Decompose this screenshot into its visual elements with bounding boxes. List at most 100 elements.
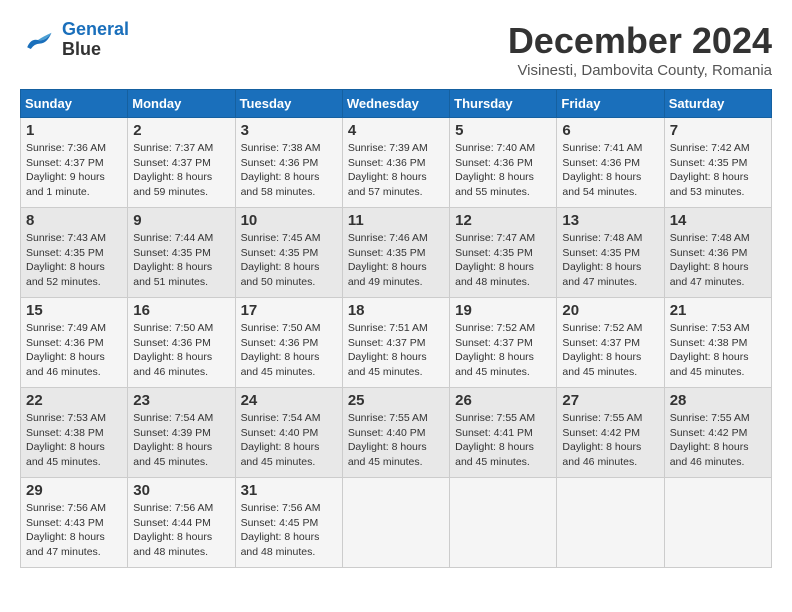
calendar-cell: 22 Sunrise: 7:53 AMSunset: 4:38 PMDayligh…: [21, 388, 128, 478]
week-row-1: 1 Sunrise: 7:36 AMSunset: 4:37 PMDaylight…: [21, 118, 772, 208]
day-number: 4: [348, 122, 444, 139]
day-number: 12: [455, 212, 551, 229]
week-row-3: 15 Sunrise: 7:49 AMSunset: 4:36 PMDayligh…: [21, 298, 772, 388]
day-header-friday: Friday: [557, 90, 664, 118]
calendar-cell: 30 Sunrise: 7:56 AMSunset: 4:44 PMDayligh…: [128, 478, 235, 568]
day-number: 18: [348, 302, 444, 319]
day-detail: Sunrise: 7:46 AMSunset: 4:35 PMDaylight:…: [348, 231, 444, 290]
calendar-cell: 9 Sunrise: 7:44 AMSunset: 4:35 PMDaylight…: [128, 208, 235, 298]
day-detail: Sunrise: 7:56 AMSunset: 4:44 PMDaylight:…: [133, 501, 229, 560]
day-number: 2: [133, 122, 229, 139]
calendar-cell: 10 Sunrise: 7:45 AMSunset: 4:35 PMDayligh…: [235, 208, 342, 298]
day-detail: Sunrise: 7:41 AMSunset: 4:36 PMDaylight:…: [562, 141, 658, 200]
logo-text: General Blue: [62, 20, 129, 60]
day-number: 7: [670, 122, 766, 139]
day-number: 17: [241, 302, 337, 319]
day-header-thursday: Thursday: [450, 90, 557, 118]
day-detail: Sunrise: 7:40 AMSunset: 4:36 PMDaylight:…: [455, 141, 551, 200]
week-row-5: 29Sunrise: 7:56 AMSunset: 4:43 PMDayligh…: [21, 478, 772, 568]
calendar-cell: 8Sunrise: 7:43 AMSunset: 4:35 PMDaylight…: [21, 208, 128, 298]
day-number: 26: [455, 392, 551, 409]
week-row-4: 22 Sunrise: 7:53 AMSunset: 4:38 PMDayligh…: [21, 388, 772, 478]
day-detail: Sunrise: 7:56 AMSunset: 4:45 PMDaylight:…: [241, 501, 337, 560]
calendar-cell: 24 Sunrise: 7:54 AMSunset: 4:40 PMDayligh…: [235, 388, 342, 478]
calendar-cell: 13Sunrise: 7:48 AMSunset: 4:35 PMDayligh…: [557, 208, 664, 298]
calendar-cell: 18 Sunrise: 7:51 AMSunset: 4:37 PMDayligh…: [342, 298, 449, 388]
day-number: 30: [133, 482, 229, 499]
day-detail: Sunrise: 7:54 AMSunset: 4:39 PMDaylight:…: [133, 411, 229, 470]
logo: General Blue: [20, 20, 129, 60]
calendar-cell: 19 Sunrise: 7:52 AMSunset: 4:37 PMDayligh…: [450, 298, 557, 388]
day-detail: Sunrise: 7:53 AMSunset: 4:38 PMDaylight:…: [670, 321, 766, 380]
day-number: 14: [670, 212, 766, 229]
day-number: 19: [455, 302, 551, 319]
calendar-cell: 16 Sunrise: 7:50 AMSunset: 4:36 PMDayligh…: [128, 298, 235, 388]
day-number: 10: [241, 212, 337, 229]
day-number: 31: [241, 482, 337, 499]
day-number: 8: [26, 212, 122, 229]
calendar-cell: 29Sunrise: 7:56 AMSunset: 4:43 PMDayligh…: [21, 478, 128, 568]
calendar-cell: 14Sunrise: 7:48 AMSunset: 4:36 PMDayligh…: [664, 208, 771, 298]
day-number: 20: [562, 302, 658, 319]
calendar-cell: 4 Sunrise: 7:39 AMSunset: 4:36 PMDaylight…: [342, 118, 449, 208]
day-number: 15: [26, 302, 122, 319]
day-detail: Sunrise: 7:56 AMSunset: 4:43 PMDaylight:…: [26, 501, 122, 560]
calendar-cell: [342, 478, 449, 568]
day-number: 1: [26, 122, 122, 139]
day-header-wednesday: Wednesday: [342, 90, 449, 118]
day-detail: Sunrise: 7:50 AMSunset: 4:36 PMDaylight:…: [241, 321, 337, 380]
day-header-sunday: Sunday: [21, 90, 128, 118]
day-number: 9: [133, 212, 229, 229]
calendar-cell: 21 Sunrise: 7:53 AMSunset: 4:38 PMDayligh…: [664, 298, 771, 388]
day-detail: Sunrise: 7:44 AMSunset: 4:35 PMDaylight:…: [133, 231, 229, 290]
day-detail: Sunrise: 7:45 AMSunset: 4:35 PMDaylight:…: [241, 231, 337, 290]
day-number: 25: [348, 392, 444, 409]
calendar-cell: 20 Sunrise: 7:52 AMSunset: 4:37 PMDayligh…: [557, 298, 664, 388]
calendar-cell: 15 Sunrise: 7:49 AMSunset: 4:36 PMDayligh…: [21, 298, 128, 388]
day-detail: Sunrise: 7:54 AMSunset: 4:40 PMDaylight:…: [241, 411, 337, 470]
day-detail: Sunrise: 7:42 AMSunset: 4:35 PMDaylight:…: [670, 141, 766, 200]
calendar-cell: 17 Sunrise: 7:50 AMSunset: 4:36 PMDayligh…: [235, 298, 342, 388]
day-detail: Sunrise: 7:36 AMSunset: 4:37 PMDaylight:…: [26, 141, 122, 200]
day-detail: Sunrise: 7:47 AMSunset: 4:35 PMDaylight:…: [455, 231, 551, 290]
calendar-cell: 3 Sunrise: 7:38 AMSunset: 4:36 PMDaylight…: [235, 118, 342, 208]
day-number: 21: [670, 302, 766, 319]
day-detail: Sunrise: 7:49 AMSunset: 4:36 PMDaylight:…: [26, 321, 122, 380]
title-area: December 2024 Visinesti, Dambovita Count…: [508, 20, 772, 79]
day-number: 16: [133, 302, 229, 319]
day-number: 28: [670, 392, 766, 409]
calendar-cell: 12 Sunrise: 7:47 AMSunset: 4:35 PMDayligh…: [450, 208, 557, 298]
day-detail: Sunrise: 7:55 AMSunset: 4:40 PMDaylight:…: [348, 411, 444, 470]
day-number: 6: [562, 122, 658, 139]
calendar-cell: 6 Sunrise: 7:41 AMSunset: 4:36 PMDaylight…: [557, 118, 664, 208]
calendar-cell: 26Sunrise: 7:55 AMSunset: 4:41 PMDayligh…: [450, 388, 557, 478]
day-number: 22: [26, 392, 122, 409]
header: General Blue December 2024 Visinesti, Da…: [20, 20, 772, 79]
calendar-cell: 25 Sunrise: 7:55 AMSunset: 4:40 PMDayligh…: [342, 388, 449, 478]
calendar-cell: 23Sunrise: 7:54 AMSunset: 4:39 PMDayligh…: [128, 388, 235, 478]
day-detail: Sunrise: 7:52 AMSunset: 4:37 PMDaylight:…: [455, 321, 551, 380]
day-detail: Sunrise: 7:55 AMSunset: 4:42 PMDaylight:…: [670, 411, 766, 470]
day-number: 3: [241, 122, 337, 139]
day-number: 11: [348, 212, 444, 229]
calendar-cell: 5 Sunrise: 7:40 AMSunset: 4:36 PMDaylight…: [450, 118, 557, 208]
week-row-2: 8Sunrise: 7:43 AMSunset: 4:35 PMDaylight…: [21, 208, 772, 298]
day-detail: Sunrise: 7:50 AMSunset: 4:36 PMDaylight:…: [133, 321, 229, 380]
day-detail: Sunrise: 7:53 AMSunset: 4:38 PMDaylight:…: [26, 411, 122, 470]
day-detail: Sunrise: 7:38 AMSunset: 4:36 PMDaylight:…: [241, 141, 337, 200]
calendar-cell: 1 Sunrise: 7:36 AMSunset: 4:37 PMDaylight…: [21, 118, 128, 208]
day-detail: Sunrise: 7:52 AMSunset: 4:37 PMDaylight:…: [562, 321, 658, 380]
calendar-cell: 7 Sunrise: 7:42 AMSunset: 4:35 PMDaylight…: [664, 118, 771, 208]
calendar-subtitle: Visinesti, Dambovita County, Romania: [508, 62, 772, 79]
day-number: 13: [562, 212, 658, 229]
calendar-cell: [557, 478, 664, 568]
calendar-cell: 31 Sunrise: 7:56 AMSunset: 4:45 PMDayligh…: [235, 478, 342, 568]
day-detail: Sunrise: 7:51 AMSunset: 4:37 PMDaylight:…: [348, 321, 444, 380]
day-number: 5: [455, 122, 551, 139]
day-detail: Sunrise: 7:39 AMSunset: 4:36 PMDaylight:…: [348, 141, 444, 200]
day-number: 27: [562, 392, 658, 409]
logo-icon: [20, 22, 56, 58]
day-header-tuesday: Tuesday: [235, 90, 342, 118]
days-header-row: SundayMondayTuesdayWednesdayThursdayFrid…: [21, 90, 772, 118]
day-number: 24: [241, 392, 337, 409]
